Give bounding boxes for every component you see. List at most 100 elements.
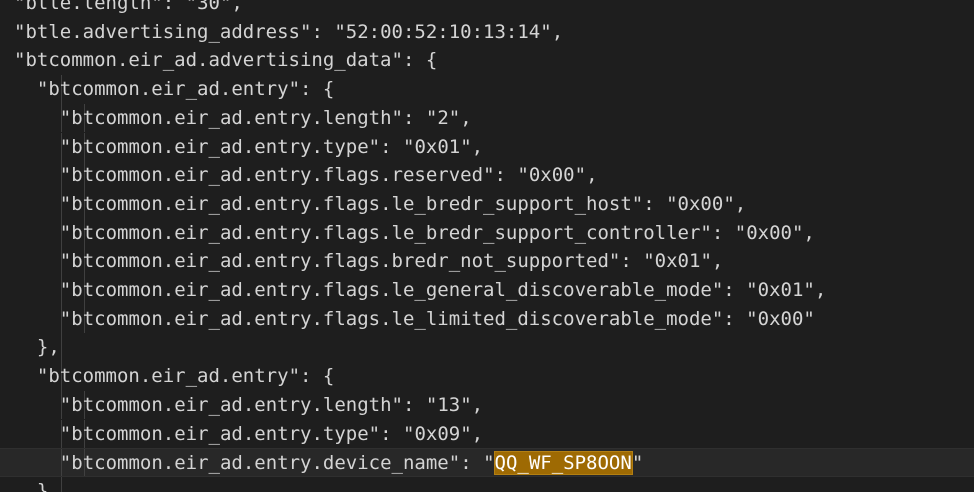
code-text: "btle.length": "30", [14, 0, 243, 18]
quote: " [36, 365, 49, 388]
colon: ": [711, 307, 747, 330]
code-line[interactable]: "btcommon.eir_ad.entry.flags.le_general_… [0, 276, 974, 305]
json-value: 0x01 [757, 279, 804, 301]
code-text: "btcommon.eir_ad.entry.flags.le_limited_… [60, 305, 815, 334]
quote: " [631, 452, 644, 475]
code-text: "btcommon.eir_ad.entry.device_name": "QQ… [60, 449, 643, 478]
quote: " [59, 452, 72, 475]
json-value: 52:00:52:10:13:14 [345, 20, 541, 43]
separator: , [551, 20, 564, 43]
code-text: " btcommon.eir_ad.entry.flags.le_bredr_su… [60, 190, 746, 219]
quote: " [448, 106, 461, 129]
json-key: btcommon.eir_ad.entry.flags.reserved [71, 164, 484, 187]
json-value: 0x09 [414, 422, 461, 445]
code-line[interactable]: "btcommon.eir_ad.entry.type": "0x09", [0, 419, 974, 449]
code-text: "btcommon.eir_ad.entry": { [37, 75, 334, 104]
json-value: 30 [197, 0, 220, 14]
code-line[interactable]: "btcommon.eir_ad.entry.length": "2", [0, 103, 974, 133]
json-key: btcommon.eir_ad.entry.flags.le_general_d… [71, 279, 712, 301]
code-text: " btcommon.eir_ad.entry.flags.le_bredr_su… [60, 219, 815, 248]
quote: " [59, 106, 72, 129]
quote: " [59, 393, 72, 416]
separator: , [471, 422, 484, 445]
colon: ": [391, 49, 426, 72]
code-line[interactable]: "btcommon.eir_ad.entry.flags.bredr_not_s… [0, 247, 974, 276]
quote: " [460, 135, 472, 158]
code-text: "btcommon.eir_ad.entry.length": "13", [60, 391, 483, 420]
search-match-highlight: QQ_WF_SP8OON [493, 451, 633, 476]
code-text: "btcommon.eir_ad.entry.flags.reserved": … [60, 161, 598, 190]
quote: " [334, 20, 346, 43]
json-value: 0x01 [654, 250, 701, 273]
quote: " [666, 192, 678, 215]
quote: " [803, 307, 815, 330]
code-line[interactable]: "btcommon.eir_ad.entry.flags.le_limited_… [0, 304, 974, 334]
quote: " [59, 164, 72, 187]
json-key: btle.length [25, 0, 152, 14]
colon: ": [300, 20, 335, 43]
json-key: btcommon.eir_ad.entry.flags.bredr_not_su… [71, 250, 609, 273]
json-value: 13 [437, 393, 461, 416]
json-key: btcommon.eir_ad.entry.device_name [71, 452, 449, 475]
quote: " [14, 0, 26, 14]
code-line[interactable]: "btcommon.eir_ad.entry.length": "13", [0, 390, 974, 420]
json-key: btcommon.eir_ad.entry [48, 365, 289, 388]
json-key: btcommon.eir_ad.entry.length [71, 106, 392, 129]
code-line[interactable]: "btle.advertising_address": "52:00:52:10… [0, 18, 974, 47]
json-value: 0x00 [528, 164, 575, 187]
code-line[interactable]: } [0, 476, 974, 492]
json-key: btcommon.eir_ad.entry.type [71, 422, 369, 445]
code-line[interactable]: }, [0, 333, 974, 363]
quote: " [185, 0, 198, 14]
json-key: btcommon.eir_ad.entry.flags.le_bredr_sup… [71, 221, 701, 244]
quote: " [746, 307, 758, 330]
indent-guide [60, 476, 62, 492]
code-line[interactable]: " btcommon.eir_ad.entry.flags.le_bredr_su… [0, 218, 974, 248]
quote: " [403, 135, 415, 158]
quote: " [791, 221, 804, 244]
quote: " [460, 393, 472, 416]
colon: ": [448, 452, 484, 475]
json-value: 2 [437, 106, 449, 129]
quote: " [483, 452, 495, 475]
code-line-current[interactable]: "btcommon.eir_ad.entry.device_name": "QQ… [0, 448, 974, 477]
indent-guide [60, 333, 62, 363]
colon: ": [151, 0, 186, 14]
code-text: "btcommon.eir_ad.entry.type": "0x09", [60, 420, 483, 449]
colon: ": [368, 422, 403, 445]
quote: " [36, 78, 49, 101]
json-key: btcommon.eir_ad.entry [48, 78, 289, 101]
code-line[interactable]: "btcommon.eir_ad.entry": { [0, 362, 974, 391]
colon: ": [608, 250, 644, 273]
quote: " [59, 279, 72, 301]
separator: , [471, 135, 484, 158]
separator: , [803, 221, 815, 244]
code-line[interactable]: "btcommon.eir_ad.entry.flags.reserved": … [0, 161, 974, 190]
json-key: btcommon.eir_ad.entry.length [71, 393, 392, 416]
colon: ": [483, 164, 518, 187]
code-line[interactable]: " btcommon.eir_ad.entry.flags.le_bredr_su… [0, 189, 974, 219]
code-line[interactable]: "btcommon.eir_ad.advertising_data": { [0, 46, 974, 75]
code-line[interactable]: "btcommon.eir_ad.entry.type": "0x01", [0, 132, 974, 162]
code-line[interactable]: "btcommon.eir_ad.entry": { [0, 75, 974, 104]
json-key: btcommon.eir_ad.entry.type [71, 135, 369, 158]
json-value: 0x00 [746, 221, 792, 244]
code-editor[interactable]: "btle.length": "30", "btle.advertising_ad… [0, 0, 974, 492]
json-key: btcommon.eir_ad.entry.flags.le_bredr_sup… [71, 192, 632, 215]
quote: " [219, 0, 232, 14]
code-text: "btle.advertising_address": "52:00:52:10… [14, 18, 563, 47]
code-line[interactable]: "btle.length": "30", [0, 0, 974, 18]
code-text: } [37, 477, 48, 492]
quote: " [59, 250, 72, 273]
quote: " [517, 164, 529, 187]
quote: " [14, 20, 26, 43]
quote: " [540, 20, 552, 43]
code-text: }, [37, 333, 60, 362]
json-key: btcommon.eir_ad.advertising_data [25, 49, 392, 72]
quote: " [803, 279, 815, 301]
quote: " [746, 279, 758, 301]
quote: " [14, 49, 26, 72]
quote: " [460, 422, 472, 445]
quote: " [643, 250, 655, 273]
open-brace: { [322, 365, 335, 388]
